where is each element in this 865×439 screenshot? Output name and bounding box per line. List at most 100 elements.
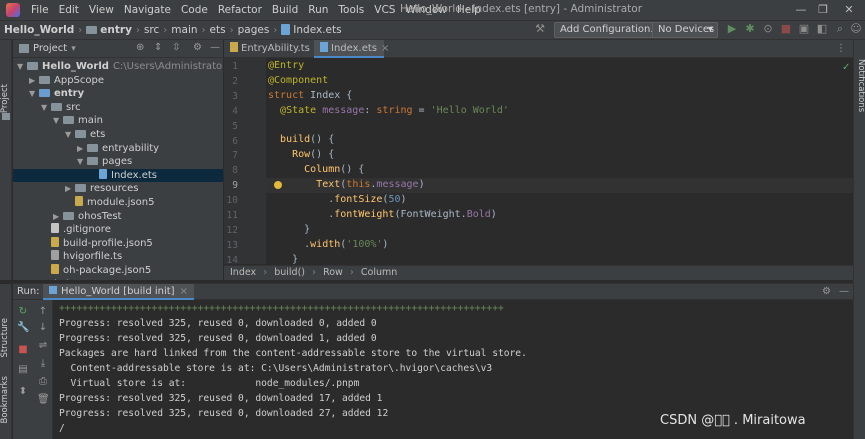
search-icon[interactable]: ⌕ [833,22,847,36]
tree-item[interactable]: ▶ resources [13,182,223,196]
breadcrumb-module[interactable]: entry [86,24,132,36]
tree-item[interactable]: ▼ entry [13,87,223,101]
tab-entryability[interactable]: EntryAbility.ts× [224,40,322,58]
gear-icon[interactable]: ⚙ [822,284,831,300]
chevron-right-icon[interactable]: ▶ [65,182,75,196]
hide-panel-icon[interactable]: — [210,42,220,53]
tree-item[interactable]: ▼ main [13,114,223,128]
down-arrow-icon[interactable]: ↓ [37,322,49,334]
console-line: / [59,423,65,434]
breadcrumb-file[interactable]: Index.ets [281,24,342,36]
bc-index[interactable]: Index [230,267,256,278]
restore-icon[interactable]: ❐ [812,1,834,19]
device-manager-icon[interactable]: ▣ [797,22,811,36]
tree-item[interactable]: hvigorfile.ts [13,250,223,264]
run-icon[interactable]: ▶ [725,22,739,36]
tree-item[interactable]: ▼ pages [13,155,223,169]
bc-row[interactable]: Row [323,267,343,278]
rerun-icon[interactable]: ↻ [17,306,29,318]
menu-tools[interactable]: Tools [333,4,369,16]
tab-menu-icon[interactable]: ⋮ [836,43,846,54]
collapse-all-icon[interactable]: ⇳ [172,42,180,53]
folder-icon [87,143,98,152]
wrench-icon[interactable]: 🔧 [17,322,29,334]
chevron-down-icon[interactable]: ▾ [71,44,76,54]
gear-icon[interactable]: ⚙ [193,42,202,53]
breadcrumb-pages[interactable]: pages [238,24,270,36]
menu-file[interactable]: File [26,4,54,16]
account-icon[interactable]: ☺ [849,22,863,36]
close-icon[interactable]: ✕ [838,1,860,19]
tree-item[interactable]: .gitignore [13,223,223,237]
chevron-down-icon[interactable]: ▼ [77,155,87,169]
tree-item[interactable]: build-profile.json5 [13,236,223,251]
chevron-down-icon[interactable]: ▼ [53,114,63,128]
folder-icon [39,89,50,98]
soft-wrap-icon[interactable]: ⇌ [37,340,49,352]
tree-item[interactable]: ▶ entryability [13,142,223,156]
menu-run[interactable]: Run [303,4,333,16]
chevron-down-icon[interactable]: ▼ [41,101,51,115]
minimize-icon[interactable]: — [790,1,812,19]
expand-all-icon[interactable]: ⇕ [154,42,162,53]
close-tab-icon[interactable]: × [381,43,389,54]
tree-item[interactable]: ▶ hvigor [13,278,223,280]
layout-icon[interactable]: ▤ [17,364,29,376]
hammer-icon[interactable]: ⚒ [533,22,547,36]
menu-edit[interactable]: Edit [54,4,84,16]
up-arrow-icon[interactable]: ↑ [37,306,49,318]
chevron-down-icon[interactable]: ▼ [17,60,27,74]
stop-icon[interactable]: ■ [779,22,793,36]
trash-icon[interactable]: 🗑 [37,394,50,406]
breadcrumb-project[interactable]: Hello_World [4,24,74,36]
notifications-tool-tab[interactable]: Notifications [854,59,865,112]
structure-tool-tab[interactable]: Structure [0,318,12,358]
close-tab-icon[interactable]: × [180,286,188,297]
chevron-right-icon[interactable]: ▶ [29,74,39,88]
folder-icon [87,157,98,166]
chevron-down-icon[interactable]: ▼ [65,128,75,142]
bc-column[interactable]: Column [361,267,397,278]
scroll-to-end-icon[interactable]: ⤓ [37,358,49,370]
menu-view[interactable]: View [84,4,119,16]
menu-code[interactable]: Code [176,4,213,16]
tree-item[interactable]: module.json5 [13,196,223,210]
bookmarks-tool-tab[interactable]: Bookmarks [0,376,12,424]
run-tab[interactable]: Hello_World [build init] × [43,284,194,300]
tree-item[interactable]: ▼ ets [13,128,223,142]
project-panel-title[interactable]: Project [33,43,67,54]
print-icon[interactable]: ⎙ [37,376,49,388]
code-editor[interactable]: 1 2 3 4 5 6 7 8 9 10 11 12 13 14 ✓ @Entry @Component … [224,58,853,264]
attach-debugger-icon[interactable]: ⊙ [761,22,775,36]
tree-item[interactable]: Index.ets [13,168,223,183]
chevron-right-icon[interactable]: ▶ [53,210,63,224]
code-line: } [268,254,299,264]
chevron-down-icon[interactable]: ▼ [29,87,39,101]
menu-build[interactable]: Build [267,4,303,16]
menu-vcs[interactable]: VCS [369,4,400,16]
tree-item[interactable]: ▶ AppScope [13,74,223,88]
debug-icon[interactable]: ✱ [743,22,757,36]
bc-build[interactable]: build() [274,267,305,278]
device-select[interactable]: No Devices ▾ [652,22,718,38]
tree-item[interactable]: ▶ ohosTest [13,210,223,224]
project-tool-tab[interactable]: Project [0,84,12,113]
hide-panel-icon[interactable]: — [839,284,849,300]
pin-icon[interactable]: ⬍ [17,386,29,398]
chevron-right-icon[interactable]: ▶ [77,142,87,156]
profile-icon[interactable]: ◧ [815,22,829,36]
breadcrumb-ets[interactable]: ets [210,24,226,36]
tree-item-label: hvigorfile.ts [63,251,123,263]
menu-navigate[interactable]: Navigate [119,4,176,16]
stop-icon[interactable]: ■ [17,344,29,356]
locate-icon[interactable]: ⊕ [136,42,144,53]
tree-item[interactable]: ▼ Hello_WorldC:\Users\Administrator\DevEc… [13,60,223,74]
breadcrumb-main[interactable]: main [171,24,197,36]
breadcrumb-src[interactable]: src [144,24,159,36]
tree-item[interactable]: oh-package.json5 [13,264,223,278]
menu-refactor[interactable]: Refactor [213,4,267,16]
chevron-right-icon[interactable]: ▶ [29,278,39,281]
add-configuration-button[interactable]: Add Configuration... [554,22,666,38]
tree-item[interactable]: ▼ src [13,101,223,115]
tab-index-ets[interactable]: Index.ets × [314,40,389,58]
